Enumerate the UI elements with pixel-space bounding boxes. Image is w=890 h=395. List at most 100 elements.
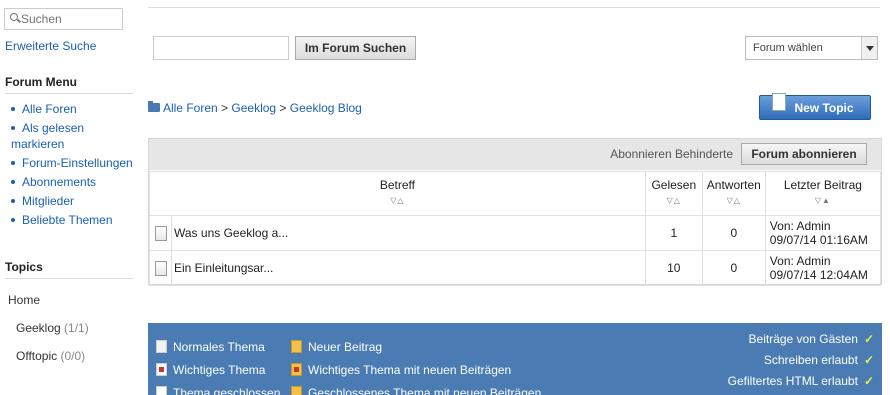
last-post-author: Von: Admin: [769, 219, 831, 233]
sort-arrows-icon[interactable]: ▽△: [646, 196, 702, 205]
breadcrumb-geeklog[interactable]: Geeklog: [231, 101, 276, 115]
sort-arrows-icon[interactable]: ▽▲: [766, 196, 880, 205]
folder-icon: [148, 101, 160, 112]
topic-replies-count: 0: [701, 250, 766, 286]
column-header-subject[interactable]: Betreff ▽△: [149, 171, 646, 216]
last-post-date: 09/07/14 01:16AM: [769, 233, 868, 247]
menu-item-mark-read[interactable]: Als gelesen markieren: [0, 120, 135, 152]
forum-select-value: Forum wählen: [753, 42, 823, 54]
legend-label: Wichtiges Thema mit neuen Beiträgen: [308, 363, 512, 377]
permission-write-allowed: Schreiben erlaubt ✓: [764, 353, 874, 367]
permission-filtered-html: Gefiltertes HTML erlaubt ✓: [728, 374, 874, 388]
column-header-read[interactable]: Gelesen ▽△: [644, 171, 703, 216]
new-post-icon: [291, 340, 302, 353]
locked-topic-icon: [156, 386, 167, 395]
topic-subject-link[interactable]: Was uns Geeklog a...: [171, 215, 646, 251]
topic-label: Offtopic: [16, 349, 58, 363]
topic-page-icon: [154, 225, 167, 241]
menu-item-alle-foren[interactable]: Alle Foren: [0, 101, 135, 117]
legend-label: Thema geschlossen: [173, 386, 281, 395]
forum-menu-heading: Forum Menu: [5, 75, 133, 94]
table-header-row: Betreff ▽△ Gelesen ▽△ Antworten ▽△ Letzter …: [149, 171, 882, 216]
check-icon: ✓: [863, 353, 874, 367]
topic-read-count: 10: [644, 250, 703, 286]
topic-geeklog[interactable]: Geeklog (1/1): [0, 320, 135, 348]
topic-panel: Abonnieren Behinderte Forum abonnieren B…: [148, 138, 882, 286]
breadcrumb-separator: >: [217, 101, 232, 115]
sidebar-search-box[interactable]: [4, 8, 123, 30]
header-label: Betreff: [379, 178, 415, 192]
locked-new-icon: [291, 386, 302, 395]
topics-table: Betreff ▽△ Gelesen ▽△ Antworten ▽△ Letzter …: [149, 171, 882, 286]
legend-panel: Normales Thema Neuer Beitrag Wichtiges T…: [148, 323, 882, 395]
chevron-down-icon: [861, 37, 877, 59]
table-row[interactable]: Ein Einleitungsar... 10 0 Von: Admin 09/0…: [149, 250, 882, 286]
row-icon-cell: [149, 215, 172, 251]
breadcrumb: Alle Foren > Geeklog > Geeklog Blog: [148, 101, 362, 115]
panel-toolbar: Abonnieren Behinderte Forum abonnieren: [149, 139, 881, 170]
top-divider: [148, 0, 880, 8]
search-icon: [10, 13, 18, 21]
forum-menu: Alle Foren Als gelesen markieren Forum-E…: [0, 101, 135, 231]
permission-label: Beiträge von Gästen: [748, 332, 858, 346]
sticky-topic-icon: [156, 363, 167, 376]
subscribe-forum-button[interactable]: Forum abonnieren: [741, 143, 867, 165]
sidebar: Erweiterte Suche Forum Menu Alle Foren A…: [0, 0, 135, 395]
topic-page-icon: [154, 260, 167, 276]
column-header-last-post[interactable]: Letzter Beitrag ▽▲: [764, 171, 882, 216]
topics-heading: Topics: [5, 260, 133, 279]
header-label: Letzter Beitrag: [783, 178, 862, 192]
legend-label: Neuer Beitrag: [308, 340, 383, 354]
menu-item-popular-topics[interactable]: Beliebte Themen: [0, 212, 135, 228]
topic-label: Geeklog: [16, 321, 61, 335]
sidebar-search-input[interactable]: [21, 11, 121, 27]
menu-item-subscriptions[interactable]: Abonnements: [0, 174, 135, 190]
permission-guest-posts: Beiträge von Gästen ✓: [749, 332, 874, 346]
new-topic-button[interactable]: New Topic: [759, 93, 871, 120]
topic-count: (1/1): [64, 321, 89, 335]
topic-label: Home: [8, 293, 41, 307]
header-label: Gelesen: [651, 178, 697, 192]
sort-arrows-icon[interactable]: ▽△: [150, 196, 645, 205]
topic-last-post[interactable]: Von: Admin 09/07/14 12:04AM: [764, 250, 882, 286]
legend-locked-new: Geschlossenes Thema mit neuen Beiträgen: [291, 386, 541, 395]
permission-label: Gefiltertes HTML erlaubt: [727, 374, 858, 388]
legend-sticky-new: Wichtiges Thema mit neuen Beiträgen: [291, 363, 511, 377]
permission-label: Schreiben erlaubt: [763, 353, 858, 367]
forum-search-input[interactable]: [153, 36, 289, 60]
legend-locked-topic: Thema geschlossen: [156, 386, 280, 395]
new-topic-label: New Topic: [794, 100, 854, 115]
topic-replies-count: 0: [701, 215, 766, 251]
breadcrumb-all-forums[interactable]: Alle Foren: [163, 101, 218, 115]
check-icon: ✓: [863, 374, 874, 388]
sort-arrows-icon[interactable]: ▽△: [703, 196, 765, 205]
check-icon: ✓: [863, 332, 874, 346]
topic-home[interactable]: Home: [0, 292, 135, 320]
header-label: Antworten: [706, 178, 761, 192]
sticky-new-icon: [291, 363, 302, 376]
topic-offtopic[interactable]: Offtopic (0/0): [0, 348, 135, 376]
new-document-icon: [772, 93, 786, 111]
legend-normal-topic: Normales Thema: [156, 340, 265, 354]
row-icon-cell: [149, 250, 172, 286]
menu-item-forum-settings[interactable]: Forum-Einstellungen: [0, 155, 135, 171]
legend-label: Wichtiges Thema: [173, 363, 266, 377]
subscribe-disabled-text: Abonnieren Behinderte: [610, 147, 733, 161]
topic-read-count: 1: [644, 215, 703, 251]
topic-count: (0/0): [60, 349, 86, 363]
table-row[interactable]: Was uns Geeklog a... 1 0 Von: Admin 09/07…: [149, 215, 882, 251]
column-header-replies[interactable]: Antworten ▽△: [701, 171, 766, 216]
advanced-search-link[interactable]: Erweiterte Suche: [5, 39, 96, 53]
legend-sticky-topic: Wichtiges Thema: [156, 363, 265, 377]
breadcrumb-separator: >: [276, 101, 290, 115]
forum-select[interactable]: Forum wählen: [745, 36, 878, 60]
topic-subject-link[interactable]: Ein Einleitungsar...: [171, 250, 646, 286]
breadcrumb-geeklog-blog[interactable]: Geeklog Blog: [290, 101, 362, 115]
last-post-author: Von: Admin: [769, 254, 831, 268]
menu-item-members[interactable]: Mitglieder: [0, 193, 135, 209]
forum-search-button[interactable]: Im Forum Suchen: [295, 36, 416, 60]
legend-label: Normales Thema: [173, 340, 265, 354]
topic-last-post[interactable]: Von: Admin 09/07/14 01:16AM: [764, 215, 882, 251]
last-post-date: 09/07/14 12:04AM: [769, 268, 868, 282]
legend-label: Geschlossenes Thema mit neuen Beiträgen: [308, 386, 542, 395]
